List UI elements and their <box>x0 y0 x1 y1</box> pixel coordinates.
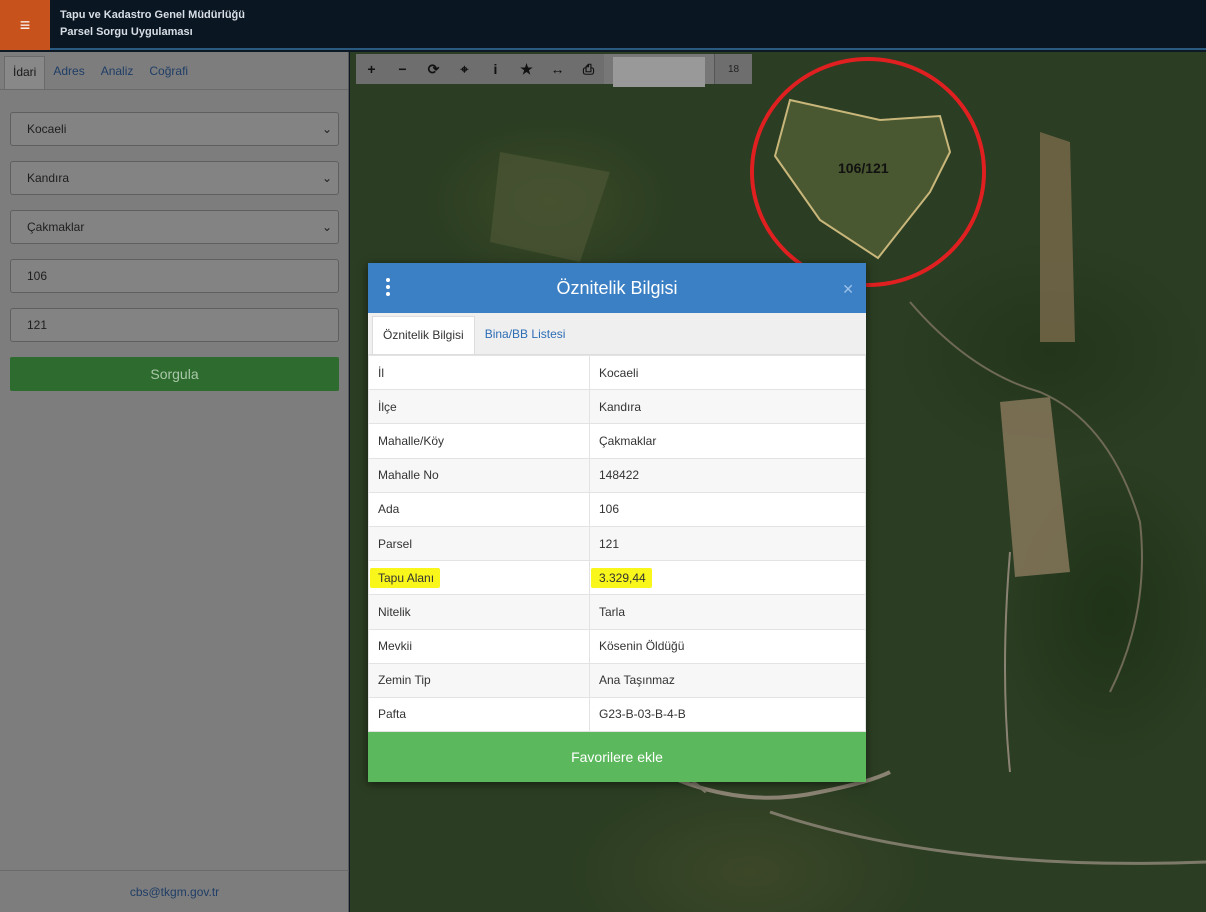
attribute-value: 121 <box>589 525 866 562</box>
attribute-key: Ada <box>368 491 590 527</box>
ilce-select-value: Kandıra <box>27 171 70 185</box>
highlighted-key: Tapu Alanı <box>370 567 441 588</box>
table-row: Pafta G23-B-03-B-4-B <box>368 696 866 733</box>
chevron-down-icon: ⌄ <box>321 220 332 234</box>
attribute-value: Çakmaklar <box>589 423 866 459</box>
tab-idari[interactable]: İdari <box>4 56 46 89</box>
table-row: Mahalle No 148422 <box>368 457 866 493</box>
modal-header: Öznitelik Bilgisi ✕ <box>368 263 866 313</box>
table-row: Tapu Alanı 3.329,44 <box>368 560 866 596</box>
close-icon[interactable]: ✕ <box>842 281 854 298</box>
attribute-key: Nitelik <box>368 594 590 630</box>
attribute-table: İl Kocaeli İlçe Kandıra Mahalle/Köy Çakmaklar… <box>368 354 866 733</box>
tab-adres[interactable]: Adres <box>45 56 92 89</box>
attribute-key: Pafta <box>368 696 590 733</box>
table-row: Nitelik Tarla <box>368 594 866 630</box>
table-row: Zemin Tip Ana Taşınmaz <box>368 662 866 698</box>
tab-cografi[interactable]: Coğrafi <box>141 56 196 89</box>
attribute-modal: Öznitelik Bilgisi ✕ Öznitelik Bilgisi Bi… <box>368 263 866 782</box>
parsel-input[interactable]: 121 <box>10 308 339 342</box>
app-title-line1: Tapu ve Kadastro Genel Müdürlüğü <box>60 9 245 21</box>
table-row: Mahalle/Köy Çakmaklar <box>368 423 866 459</box>
attribute-key: Mahalle No <box>368 457 590 493</box>
ada-input-value: 106 <box>27 269 48 283</box>
print-icon[interactable]: ⎙ <box>573 54 604 84</box>
modal-tabs: Öznitelik Bilgisi Bina/BB Listesi <box>368 313 866 355</box>
footer-email[interactable]: cbs@tkgm.gov.tr <box>0 870 349 912</box>
locate-icon[interactable]: ⌖ <box>449 54 480 84</box>
app-title-line2: Parsel Sorgu Uygulaması <box>60 26 193 38</box>
attribute-key: Mevkii <box>368 628 590 664</box>
parsel-input-value: 121 <box>27 318 48 332</box>
modal-title: Öznitelik Bilgisi <box>556 277 678 298</box>
attribute-key: Tapu Alanı <box>368 560 590 596</box>
attribute-value: Kösenin Öldüğü <box>589 628 866 664</box>
attribute-key: Zemin Tip <box>368 662 590 698</box>
tab-bina-listesi[interactable]: Bina/BB Listesi <box>475 316 576 354</box>
attribute-value: Kocaeli <box>589 354 866 391</box>
tab-analiz[interactable]: Analiz <box>93 56 142 89</box>
refresh-icon[interactable]: ⟳ <box>418 54 449 84</box>
zoom-out-icon[interactable]: − <box>387 54 418 84</box>
highlighted-value: 3.329,44 <box>591 567 652 588</box>
chevron-down-icon: ⌄ <box>321 171 332 185</box>
table-row: İlçe Kandıra <box>368 389 866 425</box>
ada-input[interactable]: 106 <box>10 259 339 293</box>
ilce-select[interactable]: Kandıra ⌄ <box>10 161 339 195</box>
sidebar-tabs: İdari Adres Analiz Coğrafi <box>0 52 348 90</box>
measure-icon[interactable]: ↔ <box>542 54 573 84</box>
attribute-key: Mahalle/Köy <box>368 423 590 459</box>
field-strip <box>1040 132 1075 342</box>
footer-email-link[interactable]: cbs@tkgm.gov.tr <box>130 885 219 899</box>
add-favorite-button[interactable]: Favorilere ekle <box>368 732 866 782</box>
chevron-down-icon: ⌄ <box>321 122 332 136</box>
hamburger-icon[interactable]: ≡ <box>0 0 50 50</box>
zoom-in-icon[interactable]: + <box>356 54 387 84</box>
info-icon[interactable]: i <box>480 54 511 84</box>
trail <box>1004 551 1011 773</box>
mahalle-select[interactable]: Çakmaklar ⌄ <box>10 210 339 244</box>
mahalle-select-value: Çakmaklar <box>27 220 85 234</box>
app-header: ≡ Tapu ve Kadastro Genel Müdürlüğü Parse… <box>0 0 1206 50</box>
attribute-value: Ana Taşınmaz <box>589 662 866 698</box>
field-strip <box>1000 397 1070 577</box>
sidebar: İdari Adres Analiz Coğrafi Kocaeli ⌄ Kan… <box>0 52 349 912</box>
attribute-value: 3.329,44 <box>589 560 866 596</box>
zoom-level: 18 <box>714 54 752 84</box>
attribute-value: 148422 <box>589 457 866 493</box>
more-options-icon[interactable] <box>386 278 390 299</box>
attribute-value: Tarla <box>589 594 866 630</box>
attribute-key: İl <box>368 354 590 391</box>
attribute-value: 106 <box>589 491 866 527</box>
star-icon[interactable]: ★ <box>511 54 542 84</box>
road <box>769 810 1206 865</box>
table-row: İl Kocaeli <box>368 354 866 391</box>
scale-box <box>604 54 714 87</box>
tab-oznitelik[interactable]: Öznitelik Bilgisi <box>372 316 475 354</box>
parcel-polygon <box>773 98 952 260</box>
sorgula-button[interactable]: Sorgula <box>10 357 339 391</box>
attribute-value: G23-B-03-B-4-B <box>589 696 866 733</box>
attribute-key: Parsel <box>368 525 590 562</box>
map-toolbar: + − ⟳ ⌖ i ★ ↔ ⎙ 18 <box>356 54 752 87</box>
table-row: Mevkii Kösenin Öldüğü <box>368 628 866 664</box>
attribute-value: Kandıra <box>589 389 866 425</box>
il-select-value: Kocaeli <box>27 122 67 136</box>
app-title: Tapu ve Kadastro Genel Müdürlüğü Parsel … <box>60 7 245 41</box>
il-select[interactable]: Kocaeli ⌄ <box>10 112 339 146</box>
attribute-key: İlçe <box>368 389 590 425</box>
parcel-label: 106/121 <box>838 160 889 176</box>
table-row: Parsel 121 <box>368 525 866 562</box>
table-row: Ada 106 <box>368 491 866 527</box>
terrain-patch <box>490 152 610 262</box>
